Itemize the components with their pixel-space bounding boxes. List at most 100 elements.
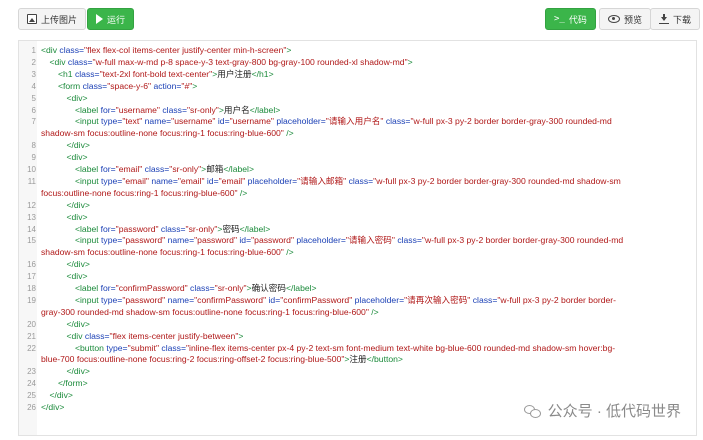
line-number: 24 [27,379,36,389]
code-token-tag: </div> [49,390,73,401]
code-token-tag: </label> [239,223,271,234]
line-number: 21 [27,331,36,341]
code-token-val: shadow-sm focus:outline-none focus:ring-… [41,247,287,258]
line-number: 23 [27,367,36,377]
preview-tab-button[interactable]: 预览 [599,8,652,30]
code-token-val: "flex items-center justify-between" [109,330,239,341]
code-token-val: gray-300 rounded-md shadow-sm focus:outl… [41,306,372,317]
code-text: </div> [67,319,692,330]
code-token-attr: class= [348,175,374,186]
code-text: </div> [67,140,692,151]
code-token-attr: name= [167,294,195,305]
code-token-val: "submit" [127,342,162,353]
code-token-tag: <input [75,116,102,127]
code-token-val: blue-700 focus:outline-none focus:ring-2… [41,354,345,365]
code-token-attr: id= [206,175,219,186]
code-token-tag: </h1> [251,68,274,79]
download-button[interactable]: 下载 [650,8,701,30]
line-number: 15 [27,236,36,246]
code-text: <form class="space-y-6" action="#"> [58,81,691,92]
code-token-val: focus:outline-none focus:ring-1 focus:ri… [41,187,240,198]
code-token-val: "email" [177,175,207,186]
code-token-tag: <input [75,175,102,186]
line-number: 17 [27,272,36,282]
code-text: <div class="w-full max-w-md p-8 space-y-… [50,57,692,68]
line-number: 9 [31,153,36,163]
code-token-tag: <div> [66,152,88,163]
code-token-attr: for= [100,283,116,293]
code-token-val: "username" [171,116,218,127]
code-token-val: "password" [115,223,161,234]
code-token-attr: class= [397,235,422,246]
code-text: </div> [67,200,692,211]
code-token-tag: </label> [223,164,254,174]
code-token-attr: type= [101,294,123,305]
code-token-tag: </div> [66,199,90,210]
code-text: blue-700 focus:outline-none focus:ring-2… [41,354,691,365]
code-text: <div> [67,93,692,104]
code-token-tag: <div> [66,271,88,282]
code-token-attr: placeholder= [247,175,298,186]
code-token-tag: > [286,45,292,55]
code-token-tag: </label> [249,104,281,115]
code-token-attr: for= [100,164,116,174]
eye-icon [608,15,620,23]
code-token-tag: <h1 [58,68,75,79]
code-text: <div class="flex items-center justify-be… [67,331,692,342]
code-token-attr: type= [101,116,123,127]
run-label: 运行 [107,14,126,25]
code-token-tag: <div [49,56,68,67]
line-number: 19 [27,295,36,305]
code-token-val: "confirmPassword" [280,294,355,305]
code-token-val: "请再次输入密码" [404,294,473,305]
line-number: 3 [31,69,36,79]
code-token-tag: <div> [66,211,88,222]
code-token-val: "sr-only" [214,283,247,293]
code-text: <label for="email" class="sr-only">邮箱</l… [75,164,691,175]
code-token-tag: <label [75,104,101,115]
code-token-val: "username" [115,104,163,115]
download-label: 下载 [673,14,692,25]
code-token-val: "请输入邮箱" [297,175,349,186]
line-number: 4 [31,81,36,91]
line-number: 20 [27,319,36,329]
code-token-val: "#" [181,80,193,91]
line-number: 26 [27,403,36,412]
code-token-tag: > [192,80,198,91]
code-token-tag: <label [75,223,101,234]
code-token-tag: <input [75,294,102,305]
code-token-tag: /> [371,306,379,317]
code-token-val: "confirmPassword" [115,283,191,293]
line-number: 22 [27,343,36,353]
code-text: </form> [58,378,691,389]
code-token-attr: name= [151,175,178,186]
code-text: <label for="username" class="sr-only">用户… [75,105,691,116]
code-text: <input type="email" name="email" id="ema… [75,176,691,187]
code-token-val: "text-2xl font-bold text-center" [99,68,213,79]
code-token-attr: class= [385,116,411,127]
code-text: shadow-sm focus:outline-none focus:ring-… [41,128,691,139]
line-number: 18 [27,284,36,293]
code-token-val: "space-y-6" [107,80,154,91]
code-editor[interactable]: 1 <div class="flex flex-col items-center … [18,40,697,436]
line-number: 5 [31,93,36,103]
code-token-attr: for= [100,104,116,115]
code-token-attr: class= [161,342,186,353]
upload-image-label: 上传图片 [41,14,78,25]
code-token-attr: placeholder= [276,116,326,127]
code-token-attr: class= [74,68,100,79]
code-text: shadow-sm focus:outline-none focus:ring-… [41,247,691,258]
run-button[interactable]: 运行 [87,8,135,30]
code-token-val: "password" [122,235,168,246]
line-number: 11 [27,176,36,186]
code-token-val: "w-full px-3 py-2 border border-gray-300… [373,175,621,186]
code-token-val: "email" [218,175,248,186]
code-token-val: "password" [122,294,168,305]
upload-image-button[interactable]: 上传图片 [18,8,87,30]
code-tab-button[interactable]: >_ 代码 [545,8,596,30]
line-number: 25 [27,391,36,401]
line-number: 6 [31,105,36,115]
code-token-val: "sr-only" [186,104,219,115]
code-token-attr: type= [101,175,123,186]
line-number: 16 [27,260,36,270]
